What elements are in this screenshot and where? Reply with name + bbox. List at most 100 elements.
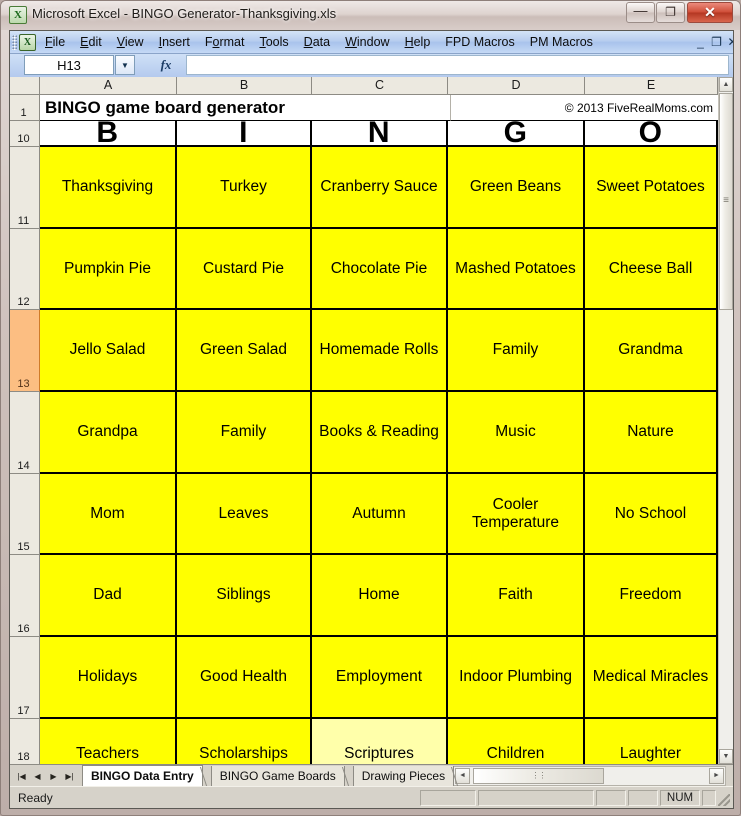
menu-item-file[interactable]: File (40, 34, 70, 51)
grid-cell-C17[interactable]: Employment (312, 637, 448, 719)
minimize-button[interactable]: — (626, 2, 655, 23)
bingo-header-B[interactable]: B (40, 121, 177, 147)
row-header-11[interactable]: 11 (10, 147, 40, 229)
insert-function-icon[interactable]: fx (150, 55, 182, 75)
bingo-header-G[interactable]: G (448, 121, 585, 147)
grid-cell-E17[interactable]: Medical Miracles (585, 637, 718, 719)
spreadsheet-grid[interactable]: ABCDE BINGO game board generator © 2013 … (10, 77, 733, 764)
grid-cell-A12[interactable]: Pumpkin Pie (40, 229, 177, 310)
grid-cell-C11[interactable]: Cranberry Sauce (312, 147, 448, 229)
grid-cell-A18[interactable]: Teachers (40, 719, 177, 764)
previous-sheet-button[interactable]: ◀ (30, 769, 45, 784)
row-header-18[interactable]: 18 (10, 719, 40, 764)
horizontal-scrollbar[interactable]: ◄ ► (453, 766, 726, 786)
bingo-header-N[interactable]: N (312, 121, 448, 147)
bingo-header-O[interactable]: O (585, 121, 718, 147)
menu-item-view[interactable]: View (112, 34, 149, 51)
grid-cell-A14[interactable]: Grandpa (40, 392, 177, 474)
scroll-right-icon[interactable]: ► (709, 768, 724, 784)
menu-item-tools[interactable]: Tools (254, 34, 293, 51)
last-sheet-button[interactable]: ▶| (62, 769, 77, 784)
grid-cell-E18[interactable]: Laughter (585, 719, 718, 764)
grid-cell-B16[interactable]: Siblings (177, 555, 312, 637)
scroll-down-icon[interactable]: ▼ (719, 749, 733, 764)
grid-cell-D15[interactable]: Cooler Temperature (448, 474, 585, 555)
resize-grip-icon[interactable] (718, 794, 730, 806)
grid-cell-E12[interactable]: Cheese Ball (585, 229, 718, 310)
row-header-12[interactable]: 12 (10, 229, 40, 310)
column-header-C[interactable]: C (312, 77, 448, 94)
menu-drag-grip[interactable] (12, 35, 17, 50)
column-header-A[interactable]: A (40, 77, 177, 94)
menu-item-help[interactable]: Help (400, 34, 436, 51)
grid-cell-E16[interactable]: Freedom (585, 555, 718, 637)
row-header-17[interactable]: 17 (10, 637, 40, 719)
grid-cell-C14[interactable]: Books & Reading (312, 392, 448, 474)
grid-cell-D11[interactable]: Green Beans (448, 147, 585, 229)
column-header-B[interactable]: B (177, 77, 312, 94)
mdi-restore-button[interactable]: ❐ (709, 35, 724, 50)
sheet-tab-bingo-game-boards[interactable]: BINGO Game Boards (210, 766, 345, 786)
next-sheet-button[interactable]: ▶ (46, 769, 61, 784)
maximize-button[interactable]: ❐ (656, 2, 685, 23)
grid-cell-A11[interactable]: Thanksgiving (40, 147, 177, 229)
grid-cell-C15[interactable]: Autumn (312, 474, 448, 555)
grid-cell-B18[interactable]: Scholarships (177, 719, 312, 764)
vertical-scrollbar-thumb[interactable] (719, 93, 733, 310)
grid-cell-D16[interactable]: Faith (448, 555, 585, 637)
grid-cell-B15[interactable]: Leaves (177, 474, 312, 555)
sheet-tab-bingo-data-entry[interactable]: BINGO Data Entry (82, 765, 203, 787)
row-header-14[interactable]: 14 (10, 392, 40, 474)
column-header-D[interactable]: D (448, 77, 585, 94)
bingo-header-I[interactable]: I (177, 121, 312, 147)
menu-item-data[interactable]: Data (299, 34, 335, 51)
grid-cell-D12[interactable]: Mashed Potatoes (448, 229, 585, 310)
grid-cell-E14[interactable]: Nature (585, 392, 718, 474)
row-header-15[interactable]: 15 (10, 474, 40, 555)
row-header-13[interactable]: 13 (10, 310, 40, 392)
name-box-input[interactable]: H13 (24, 55, 114, 75)
grid-cell-A13[interactable]: Jello Salad (40, 310, 177, 392)
cell-D1-copyright[interactable]: © 2013 FiveRealMoms.com (451, 95, 718, 121)
menu-item-insert[interactable]: Insert (154, 34, 195, 51)
scroll-up-icon[interactable]: ▲ (719, 77, 733, 92)
close-button[interactable]: ✕ (687, 2, 733, 23)
grid-cell-C12[interactable]: Chocolate Pie (312, 229, 448, 310)
menu-item-fpd-macros[interactable]: FPD Macros (440, 34, 519, 51)
vertical-scrollbar[interactable]: ▲ ▼ (718, 77, 733, 764)
grid-cell-D17[interactable]: Indoor Plumbing (448, 637, 585, 719)
grid-cell-B11[interactable]: Turkey (177, 147, 312, 229)
grid-cell-C13[interactable]: Homemade Rolls (312, 310, 448, 392)
row-header-16[interactable]: 16 (10, 555, 40, 637)
grid-cell-E13[interactable]: Grandma (585, 310, 718, 392)
grid-cell-C18[interactable]: Scriptures (312, 719, 448, 764)
grid-cell-B12[interactable]: Custard Pie (177, 229, 312, 310)
grid-cell-C16[interactable]: Home (312, 555, 448, 637)
grid-cell-E11[interactable]: Sweet Potatoes (585, 147, 718, 229)
cell-A1-title[interactable]: BINGO game board generator (40, 95, 451, 121)
grid-cell-A17[interactable]: Holidays (40, 637, 177, 719)
grid-cell-B14[interactable]: Family (177, 392, 312, 474)
mdi-minimize-button[interactable]: _ (693, 35, 708, 50)
row-header-1[interactable]: 1 (10, 95, 40, 121)
formula-input[interactable] (186, 55, 729, 75)
document-excel-icon[interactable]: X (19, 34, 36, 51)
row-header-10[interactable]: 10 (10, 121, 40, 147)
select-all-corner[interactable] (10, 77, 40, 94)
grid-cell-D18[interactable]: Children (448, 719, 585, 764)
chevron-down-icon[interactable]: ▼ (115, 55, 135, 75)
menu-item-format[interactable]: Format (200, 34, 250, 51)
mdi-close-button[interactable]: ✕ (725, 35, 733, 50)
first-sheet-button[interactable]: |◀ (14, 769, 29, 784)
menu-item-pm-macros[interactable]: PM Macros (525, 34, 598, 51)
column-header-E[interactable]: E (585, 77, 718, 94)
grid-cell-E15[interactable]: No School (585, 474, 718, 555)
grid-cell-B13[interactable]: Green Salad (177, 310, 312, 392)
menu-item-edit[interactable]: Edit (75, 34, 107, 51)
grid-cell-A15[interactable]: Mom (40, 474, 177, 555)
title-bar[interactable]: X Microsoft Excel - BINGO Generator-Than… (1, 1, 740, 30)
grid-cell-B17[interactable]: Good Health (177, 637, 312, 719)
sheet-tab-drawing-pieces[interactable]: Drawing Pieces (352, 766, 455, 786)
grid-cell-A16[interactable]: Dad (40, 555, 177, 637)
grid-cell-D13[interactable]: Family (448, 310, 585, 392)
